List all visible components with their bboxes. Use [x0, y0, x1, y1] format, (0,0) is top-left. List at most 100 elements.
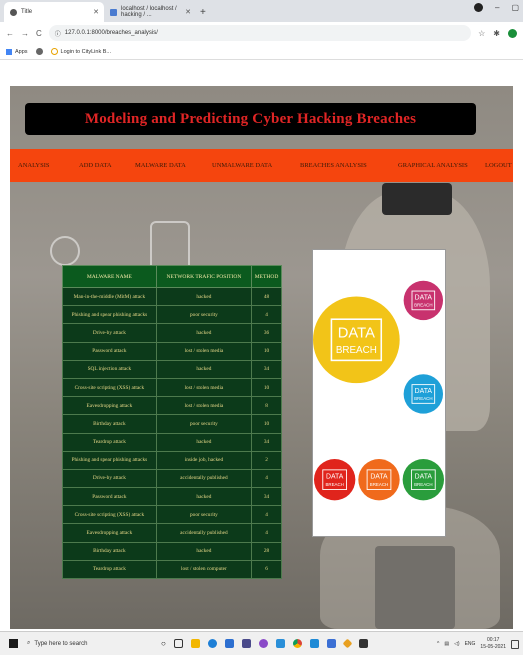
bookmarks-bar: Apps Login to CityLink B...	[0, 44, 523, 60]
data-label: DATA	[370, 474, 388, 481]
table-row: Birthday attack hacked 28	[62, 541, 282, 561]
method-cell: 4	[251, 305, 282, 325]
volume-icon[interactable]: ◁)	[454, 641, 460, 647]
maximize-button[interactable]: ▢	[511, 3, 519, 12]
new-tab-button[interactable]: +	[200, 2, 206, 22]
windows-start-icon[interactable]	[9, 639, 18, 648]
tray-arrow-icon[interactable]: ^	[437, 641, 439, 647]
extensions-icon[interactable]: ✱	[493, 29, 500, 38]
traffic-position-cell: lost / stolen media	[155, 377, 253, 398]
table-row: Drive-by attack hacked 36	[62, 323, 282, 343]
table-row: Birthday attack poor security 10	[62, 414, 282, 434]
nav-logout[interactable]: LOGOUT	[485, 149, 512, 182]
nav-graphical-analysis[interactable]: GRAPHICAL ANALYSIS	[398, 149, 468, 182]
background-laptop	[382, 183, 452, 215]
malware-name-cell: Cross-site scripting (XSS) attack	[62, 505, 157, 525]
taskbar-search[interactable]: ⌕ Type here to search	[27, 635, 137, 653]
pin-icon[interactable]	[342, 638, 353, 649]
malware-name-cell: Eavesdropping attack	[62, 523, 157, 543]
malware-name-cell: Birthday attack	[62, 541, 157, 561]
network-icon[interactable]: ▤	[444, 641, 449, 647]
profile-icon[interactable]	[473, 3, 483, 12]
minimize-button[interactable]: –	[495, 3, 499, 12]
reload-icon[interactable]: C	[36, 29, 42, 38]
table-row: Phishing and spear phishing attacks insid…	[62, 450, 282, 470]
data-label: DATA	[415, 294, 433, 301]
app-icon[interactable]	[358, 639, 368, 648]
data-breach-image: DATA BREACH DATA BREACH DATA BREACH DATA BREACH…	[312, 249, 446, 537]
browser-tab-inactive[interactable]: localhost / localhost / hacking / ... ✕	[104, 2, 196, 22]
method-cell: 10	[251, 377, 282, 398]
table-row: Teardrop attack hacked 34	[62, 432, 282, 452]
malware-name-cell: Phishing and spear phishing attacks	[62, 305, 157, 325]
browser-tab-active[interactable]: Title ✕	[4, 2, 104, 22]
nav-add-data[interactable]: ADD DATA	[79, 149, 112, 182]
bookmark-apps[interactable]: Apps	[6, 48, 28, 55]
malware-name-cell: Phishing and spear phishing attacks	[62, 450, 157, 470]
store-icon[interactable]	[224, 639, 234, 648]
vscode-icon[interactable]	[309, 639, 319, 648]
data-breach-illustration: DATABREACHDATABREACHDATABREACHDATABREACH…	[313, 280, 445, 501]
page-title: Modeling and Predicting Cyber Hacking Br…	[84, 110, 417, 127]
taskbar-apps: ○	[161, 638, 368, 649]
window-controls: – ▢	[473, 3, 519, 12]
method-cell: 34	[251, 432, 282, 452]
traffic-position-cell: accidentally published	[155, 468, 253, 489]
malware-name-cell: Eavesdropping attack	[62, 396, 157, 416]
nav-breaches-analysis[interactable]: BREACHES ANALYSIS	[300, 149, 367, 182]
traffic-position-cell: hacked	[155, 487, 253, 507]
info-icon[interactable]: ⓘ	[55, 29, 61, 38]
mail-icon[interactable]	[241, 639, 251, 648]
malware-name-cell: Teardrop attack	[62, 559, 157, 580]
method-cell: 28	[251, 541, 282, 561]
traffic-position-cell: hacked	[155, 323, 253, 343]
method-cell: 10	[251, 414, 282, 434]
nav-analysis[interactable]: ANALYSIS	[18, 149, 50, 182]
data-label: DATA	[326, 474, 344, 481]
globe-icon	[10, 8, 17, 16]
bookmark-icon[interactable]	[35, 48, 43, 55]
forward-icon[interactable]: →	[21, 29, 29, 38]
bookmark-citylink[interactable]: Login to CityLink B...	[50, 48, 111, 55]
cortana-icon[interactable]: ○	[161, 639, 166, 648]
clock[interactable]: 00:17 15-05-2021	[480, 637, 506, 651]
breach-label: BREACH	[414, 396, 432, 401]
search-placeholder: Type here to search	[34, 640, 88, 647]
malware-name-cell: Password attack	[62, 487, 157, 507]
edge-icon[interactable]	[207, 639, 217, 648]
app-icon[interactable]	[275, 639, 285, 648]
traffic-position-cell: poor security	[155, 505, 253, 525]
nav-malware-data[interactable]: MALWARE DATA	[135, 149, 186, 182]
language-indicator[interactable]: ENG	[465, 641, 476, 647]
notifications-icon[interactable]	[511, 639, 519, 649]
method-cell: 4	[251, 505, 282, 525]
bookmark-star-icon[interactable]: ☆	[478, 29, 485, 38]
nav-unmalware-data[interactable]: UNMALWARE DATA	[212, 149, 272, 182]
task-view-icon[interactable]	[173, 639, 183, 648]
back-icon[interactable]: ←	[6, 29, 14, 38]
data-label: DATA	[338, 326, 375, 342]
tab-title: localhost / localhost / hacking / ...	[121, 6, 177, 18]
extension-icon[interactable]	[508, 28, 517, 38]
table-row: Password attack lost / stolen media 10	[62, 341, 282, 361]
method-cell: 4	[251, 523, 282, 543]
breach-label: BREACH	[370, 482, 388, 487]
traffic-position-cell: inside job, hacked	[155, 450, 253, 470]
table-row: SQL injection attack hacked 34	[62, 359, 282, 379]
traffic-position-cell: poor security	[155, 414, 253, 434]
address-bar[interactable]: ⓘ 127.0.0.1:8000/breaches_analysis/	[48, 25, 472, 41]
close-tab-icon[interactable]: ✕	[185, 8, 191, 16]
table-row: Cross-site scripting (XSS) attack lost / …	[62, 377, 282, 398]
app-icon[interactable]	[326, 639, 336, 648]
traffic-position-cell: lost / stolen media	[155, 341, 253, 361]
app-icon[interactable]	[258, 639, 268, 648]
traffic-position-cell: hacked	[155, 432, 253, 452]
close-tab-icon[interactable]: ✕	[93, 8, 99, 16]
file-explorer-icon[interactable]	[190, 639, 200, 648]
windows-taskbar: ⌕ Type here to search ○ ^ ▤ ◁) ENG 00:17…	[0, 631, 523, 655]
page-viewport: Modeling and Predicting Cyber Hacking Br…	[10, 86, 513, 629]
method-cell: 4	[251, 468, 282, 489]
breaches-table: MALWARE NAME NETWORK TRAFIC POSITION MET…	[62, 265, 282, 580]
malware-name-cell: Man-in-the-middle (MitM) attack	[62, 286, 157, 307]
chrome-icon[interactable]	[292, 639, 302, 648]
